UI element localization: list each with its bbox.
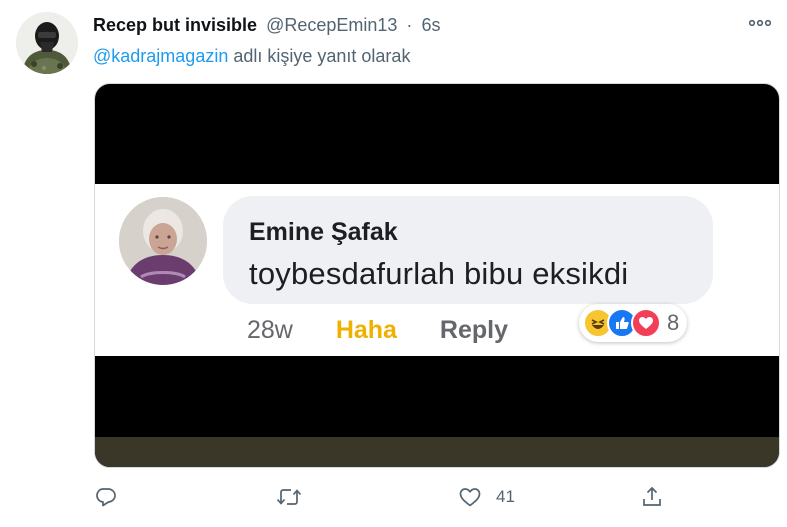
separator-dot: · — [406, 15, 413, 35]
reaction-count: 8 — [667, 310, 680, 335]
more-dots-icon — [749, 20, 771, 26]
commenter-name: Emine Şafak — [249, 218, 398, 246]
fb-comment-panel: Emine Şafak toybesdafurlah bibu eksikdi … — [95, 184, 779, 356]
heart-icon — [459, 488, 481, 507]
share-button[interactable] — [640, 484, 664, 510]
author-name[interactable]: Recep but invisible — [93, 15, 257, 35]
fb-comment-actions: 28w Haha Reply — [247, 315, 508, 345]
comment-text: toybesdafurlah bibu eksikdi — [249, 256, 629, 291]
more-options-button[interactable] — [747, 12, 773, 34]
author-handle[interactable]: @RecepEmin13 — [266, 15, 397, 35]
like-button[interactable]: 41 — [458, 484, 515, 510]
retweet-button[interactable] — [276, 484, 302, 510]
comment-bubble-icon — [96, 488, 116, 507]
like-count: 41 — [496, 487, 515, 506]
tweet-media-image[interactable]: Emine Şafak toybesdafurlah bibu eksikdi … — [94, 83, 780, 468]
commenter-photo — [119, 197, 207, 285]
tweet-time[interactable]: 6s — [421, 15, 440, 35]
tweet-header: Recep but invisible @RecepEmin13 · 6s — [93, 14, 440, 36]
commenter-avatar — [119, 197, 207, 285]
fb-comment-bubble: Emine Şafak toybesdafurlah bibu eksikdi — [223, 196, 713, 304]
reply-mention-link[interactable]: @kadrajmagazin — [93, 46, 228, 66]
reply-button[interactable] — [94, 484, 118, 510]
reply-context: @kadrajmagazin adlı kişiye yanıt olarak — [93, 45, 410, 67]
haha-reaction-label: Haha — [335, 316, 397, 344]
fb-reaction-summary: 8 — [579, 304, 688, 342]
author-avatar[interactable] — [16, 12, 78, 74]
love-emoji-icon — [631, 308, 661, 338]
retweet-icon — [276, 489, 302, 505]
comment-time: 28w — [247, 316, 293, 344]
avatar-image — [16, 12, 78, 74]
fb-reply-label: Reply — [439, 316, 509, 344]
reply-context-text: adlı kişiye yanıt olarak — [233, 46, 411, 66]
tweet-actions-bar: 41 — [94, 484, 674, 510]
media-bottom-band — [95, 437, 779, 467]
share-icon — [643, 486, 661, 506]
